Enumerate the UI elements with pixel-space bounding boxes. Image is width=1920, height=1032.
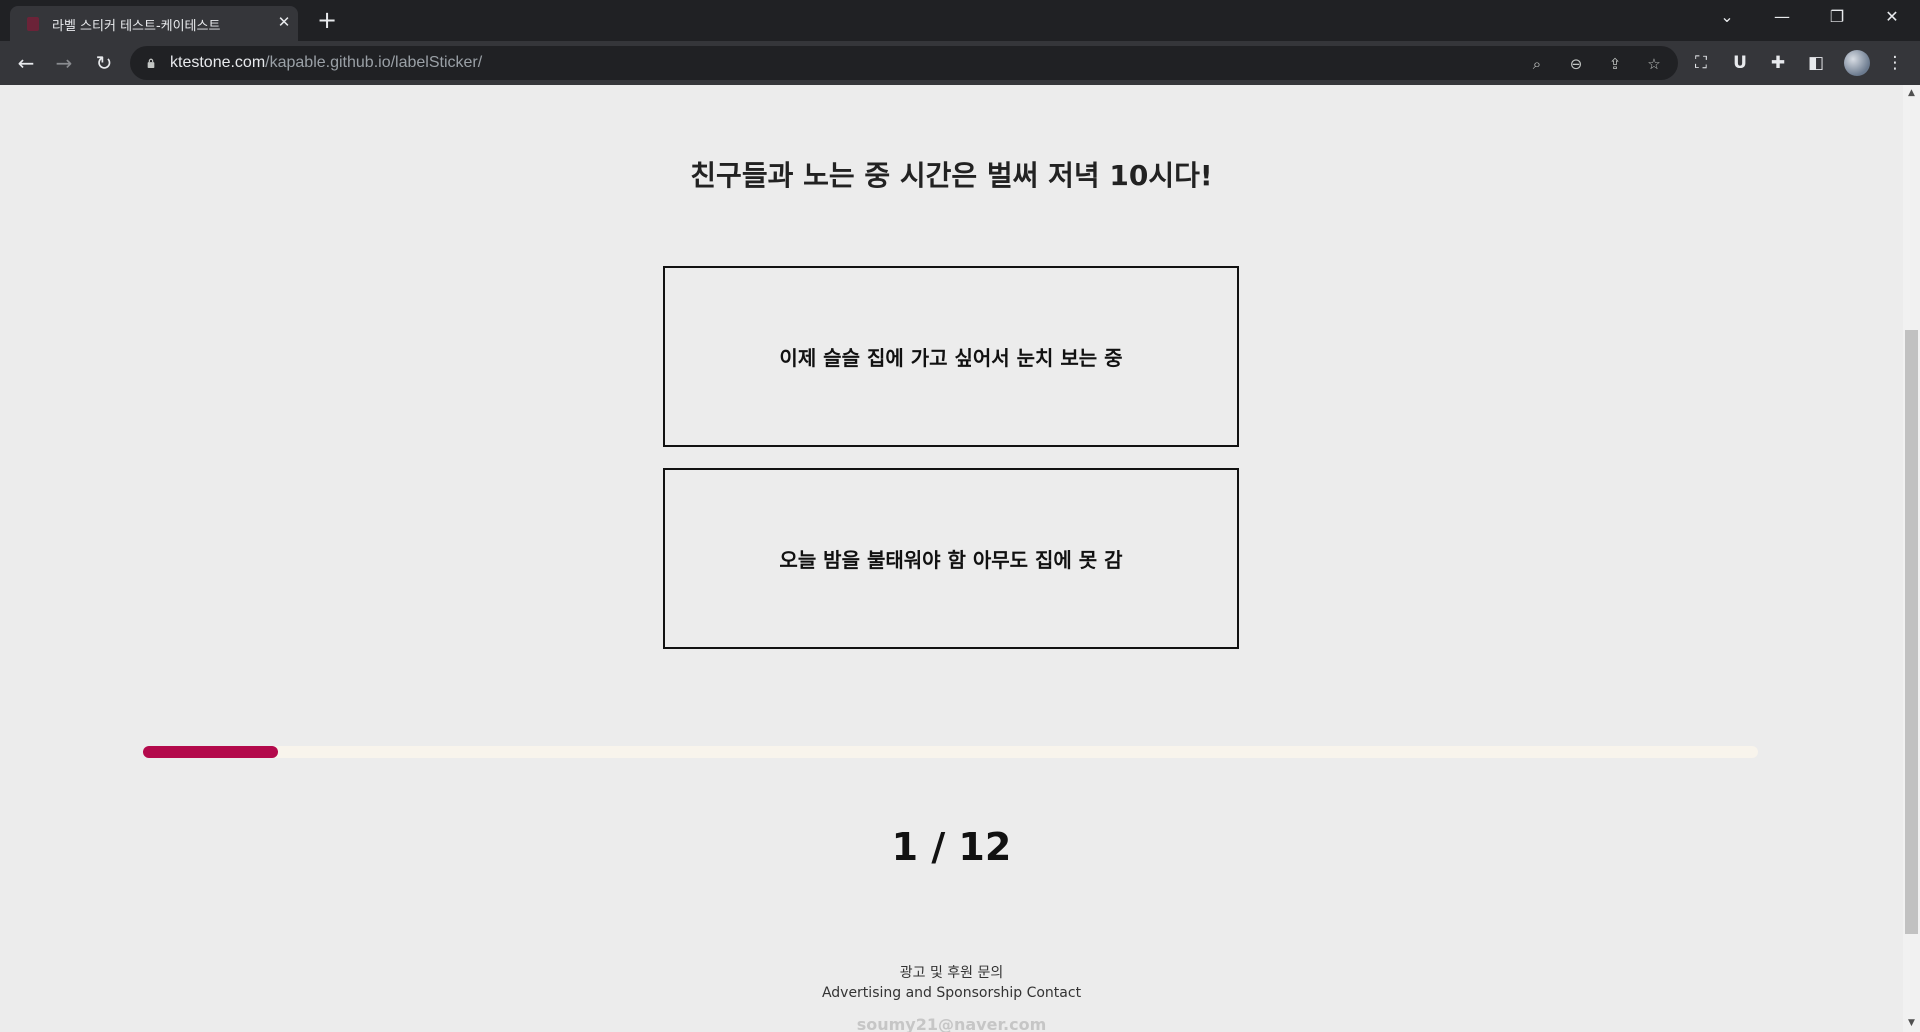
bookmark-star-icon[interactable]: ☆ [1644, 54, 1664, 74]
answer-option-2-label: 오늘 밤을 불태워야 함 아무도 집에 못 감 [779, 548, 1123, 572]
answer-option-1-label: 이제 슬슬 집에 가고 싶어서 눈치 보는 중 [779, 346, 1123, 370]
side-panel-icon[interactable]: ◧ [1802, 49, 1830, 77]
new-tab-button[interactable]: + [313, 6, 341, 34]
url-path: /kapable.github.io/labelSticker/ [265, 54, 483, 71]
browser-toolbar: ← → ↻ ktestone.com/kapable.github.io/lab… [0, 41, 1920, 85]
scroll-down-arrow-icon[interactable]: ▼ [1903, 1015, 1920, 1032]
footer-contact-ko: 광고 및 후원 문의 [899, 965, 1004, 981]
restore-button[interactable]: ❐ [1810, 0, 1864, 34]
reload-button[interactable]: ↻ [88, 47, 120, 79]
question-title: 친구들과 노는 중 시간은 벌써 저녁 10시다! [690, 159, 1213, 192]
zoom-out-icon[interactable]: ⊖ [1566, 54, 1586, 74]
answer-option-1[interactable]: 이제 슬슬 집에 가고 싶어서 눈치 보는 중 [663, 266, 1239, 447]
lock-icon [147, 58, 155, 68]
scroll-up-arrow-icon[interactable]: ▲ [1903, 85, 1920, 102]
minimize-button[interactable]: — [1755, 0, 1809, 34]
scrollbar-thumb[interactable] [1905, 330, 1918, 934]
page-content: 친구들과 노는 중 시간은 벌써 저녁 10시다! 이제 슬슬 집에 가고 싶어… [0, 85, 1903, 1032]
site-favicon-icon [27, 17, 39, 31]
profile-avatar[interactable] [1844, 50, 1870, 76]
back-button[interactable]: ← [10, 47, 42, 79]
progress-bar [143, 746, 1758, 758]
screenshot-extension-icon[interactable]: ⛶ [1687, 49, 1715, 77]
tab-search-chevron-down-icon[interactable]: ⌄ [1700, 0, 1754, 34]
url-host: ktestone.com [170, 54, 266, 71]
extensions-puzzle-icon[interactable]: ✚ [1764, 49, 1792, 77]
u-extension-icon[interactable]: U [1726, 49, 1754, 77]
search-icon[interactable]: ⌕ [1527, 54, 1547, 74]
browser-titlebar: 라벨 스티커 테스트-케이테스트 ✕ + ⌄ — ❐ ✕ [0, 0, 1920, 41]
url-text: ktestone.com/kapable.github.io/labelStic… [170, 54, 482, 72]
question-counter: 1 / 12 [891, 825, 1012, 869]
window-close-button[interactable]: ✕ [1865, 0, 1919, 34]
share-icon[interactable]: ⇪ [1605, 54, 1625, 74]
page-scrollbar[interactable]: ▲ ▼ [1903, 85, 1920, 1032]
tab-title: 라벨 스티커 테스트-케이테스트 [52, 19, 221, 34]
tab-close-icon[interactable]: ✕ [274, 12, 294, 32]
browser-tab[interactable]: 라벨 스티커 테스트-케이테스트 ✕ [10, 6, 298, 41]
address-bar[interactable]: ktestone.com/kapable.github.io/labelStic… [130, 46, 1678, 80]
footer-contact-en: Advertising and Sponsorship Contact [821, 985, 1082, 1001]
menu-kebab-icon[interactable]: ⋮ [1881, 49, 1909, 77]
answer-option-2[interactable]: 오늘 밤을 불태워야 함 아무도 집에 못 감 [663, 468, 1239, 649]
progress-bar-fill [143, 746, 278, 758]
forward-button[interactable]: → [48, 47, 80, 79]
footer-email-link[interactable]: soumy21@naver.com [0, 1015, 1903, 1032]
